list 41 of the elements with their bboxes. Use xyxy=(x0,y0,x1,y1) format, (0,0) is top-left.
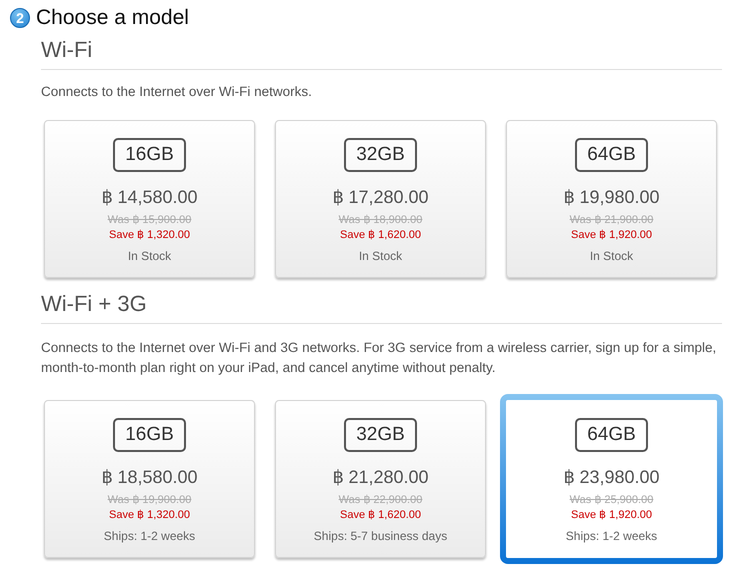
availability: In Stock xyxy=(128,249,172,263)
price: ฿ 14,580.00 xyxy=(101,186,198,208)
section-title: Wi-Fi xyxy=(41,37,92,63)
capacity-label: 16GB xyxy=(113,418,186,452)
price: ฿ 19,980.00 xyxy=(563,186,660,208)
saving: Save ฿ 1,320.00 xyxy=(108,508,190,521)
price: ฿ 21,280.00 xyxy=(332,466,429,488)
page-title: Choose a model xyxy=(36,6,189,30)
old-price: Was ฿ 25,900.00 xyxy=(570,493,654,506)
saving: Save ฿ 1,320.00 xyxy=(108,228,190,241)
capacity-label: 16GB xyxy=(113,138,186,172)
saving: Save ฿ 1,620.00 xyxy=(340,508,421,521)
old-price: Was ฿ 15,900.00 xyxy=(108,213,192,226)
capacity-label: 64GB xyxy=(575,138,648,172)
old-price: Was ฿ 22,900.00 xyxy=(338,493,422,506)
old-price: Was ฿ 18,900.00 xyxy=(338,213,422,226)
availability: Ships: 1-2 weeks xyxy=(104,529,196,543)
availability: Ships: 5-7 business days xyxy=(314,529,448,543)
model-card[interactable]: 64GB ฿ 19,980.00 Was ฿ 21,900.00 Save ฿ 1,920.00 In Stock xyxy=(506,120,717,278)
saving: Save ฿ 1,620.00 xyxy=(340,228,421,241)
saving: Save ฿ 1,920.00 xyxy=(570,228,652,241)
model-card[interactable]: 32GB ฿ 17,280.00 Was ฿ 18,900.00 Save ฿ 1,620.00 In Stock xyxy=(275,120,486,278)
capacity-label: 32GB xyxy=(344,418,417,452)
price: ฿ 17,280.00 xyxy=(332,186,429,208)
capacity-label: 32GB xyxy=(344,138,417,172)
old-price: Was ฿ 21,900.00 xyxy=(570,213,654,226)
section-description: Connects to the Internet over Wi-Fi networks. xyxy=(41,83,313,101)
section-description: Connects to the Internet over Wi-Fi and 3G networks. For 3G service from a wireless carrier, sign up for a simple, month-to-month plan right on your iPad, and cancel anytime without penalty. xyxy=(41,339,718,377)
model-card[interactable]: 16GB ฿ 18,580.00 Was ฿ 19,900.00 Save ฿ 1,320.00 Ships: 1-2 weeks xyxy=(44,400,255,558)
capacity-label: 64GB xyxy=(575,418,648,452)
step-number: 2 xyxy=(10,8,30,28)
model-card[interactable]: 16GB ฿ 14,580.00 Was ฿ 15,900.00 Save ฿ 1,320.00 In Stock xyxy=(44,120,255,278)
availability: In Stock xyxy=(590,249,634,263)
availability: Ships: 1-2 weeks xyxy=(566,529,658,543)
saving: Save ฿ 1,920.00 xyxy=(570,508,652,521)
availability: In Stock xyxy=(358,249,402,263)
price: ฿ 23,980.00 xyxy=(563,466,660,488)
old-price: Was ฿ 19,900.00 xyxy=(108,493,192,506)
price: ฿ 18,580.00 xyxy=(101,466,198,488)
section-title: Wi-Fi + 3G xyxy=(41,291,147,317)
model-card[interactable]: 32GB ฿ 21,280.00 Was ฿ 22,900.00 Save ฿ 1,620.00 Ships: 5-7 business days xyxy=(275,400,486,558)
